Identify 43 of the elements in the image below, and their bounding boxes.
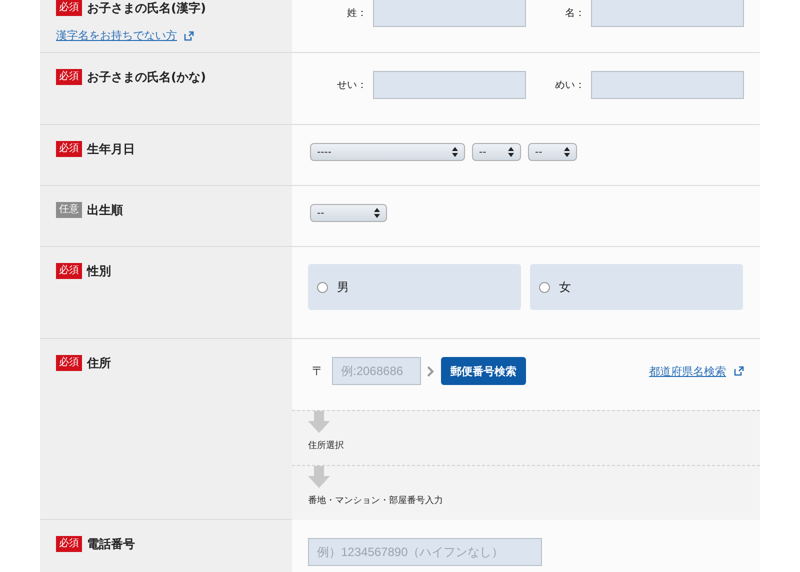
input-label: 姓： <box>347 7 367 20</box>
select-field[interactable]: -- <box>528 143 577 161</box>
up-down-arrows-icon <box>564 147 570 157</box>
radio-button[interactable] <box>539 282 550 292</box>
radio-option[interactable]: 男 <box>308 264 521 310</box>
field-label: 電話番号 <box>87 536 135 552</box>
select-field[interactable]: -- <box>310 204 387 222</box>
phone-field[interactable]: 例）1234567890（ハイフンなし） <box>308 538 542 566</box>
external-link-icon <box>734 366 744 376</box>
option-label: 男 <box>337 278 349 296</box>
postal-mark: 〒 <box>312 362 324 380</box>
field-label: 性別 <box>87 263 111 279</box>
status-badge: 必須 <box>56 536 82 552</box>
select-field[interactable]: -- <box>472 143 521 161</box>
field-label: お子さまの氏名(かな) <box>87 69 206 85</box>
up-down-arrows-icon <box>508 147 514 157</box>
status-badge: 必須 <box>56 141 82 157</box>
status-badge: 必須 <box>56 263 82 279</box>
input-label: 名： <box>565 7 585 20</box>
status-badge: 必須 <box>56 355 82 371</box>
radio-button[interactable] <box>317 282 328 292</box>
up-down-arrows-icon <box>452 147 458 157</box>
external-link-icon <box>184 30 194 40</box>
radio-option[interactable]: 女 <box>530 264 743 310</box>
field-label: 生年月日 <box>87 141 135 157</box>
select-field[interactable]: ---- <box>310 143 465 161</box>
option-label: 女 <box>559 278 571 296</box>
up-down-arrows-icon <box>374 208 380 218</box>
field-label: お子さまの氏名(漢字) <box>87 0 206 16</box>
status-badge: 任意 <box>56 202 82 218</box>
chevron-icon <box>427 366 434 376</box>
step-label: 番地・マンション・部屋番号入力 <box>308 494 444 507</box>
input-label: せい： <box>337 79 367 92</box>
field-label: 出生順 <box>87 202 123 218</box>
input-label: めい： <box>555 79 585 92</box>
step-label: 住所選択 <box>308 440 345 452</box>
field-label: 住所 <box>87 355 111 371</box>
help-link[interactable]: 漢字名をお持ちでない方 <box>56 28 177 43</box>
postal-code-field[interactable]: 例:2068686 <box>332 357 421 385</box>
prefecture-search-link[interactable]: 都道府県名検索 <box>649 364 726 378</box>
status-badge: 必須 <box>56 0 82 16</box>
status-badge: 必須 <box>56 69 82 85</box>
postal-search-button[interactable]: 郵便番号検索 <box>441 357 526 385</box>
